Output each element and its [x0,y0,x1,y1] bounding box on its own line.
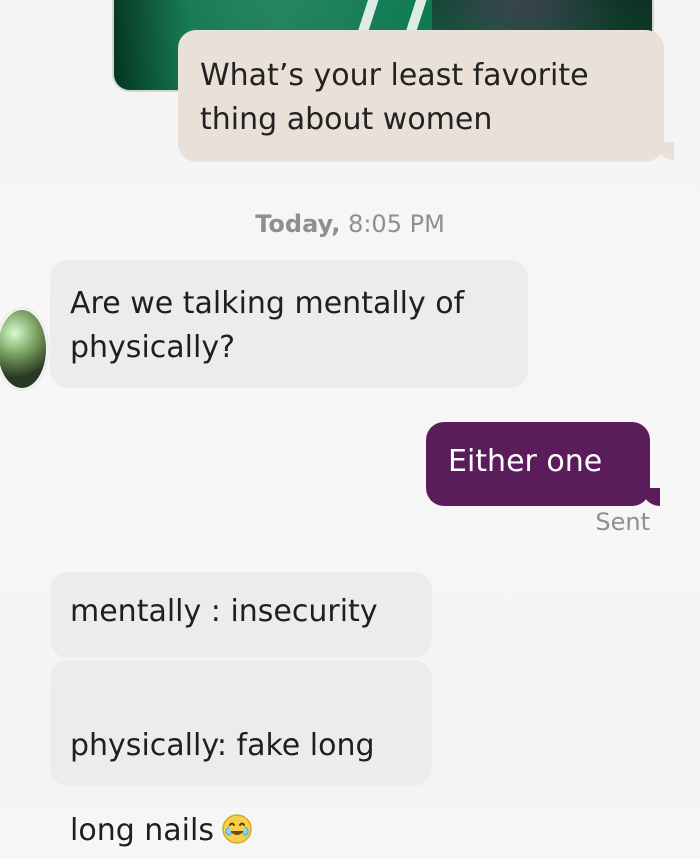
timestamp-day: Today, [255,210,341,238]
delivery-status: Sent [595,508,650,536]
tears-of-joy-emoji [220,768,254,844]
contact-avatar[interactable] [0,308,48,390]
timestamp-time: 8:05 PM [340,210,445,238]
chat-thread: What’s your least favorite thing about w… [0,0,700,848]
message-bubble-outgoing[interactable]: Either one [426,422,660,506]
message-bubble-incoming[interactable]: physically: fake long long nails [50,660,432,848]
message-bubble-incoming[interactable]: mentally : insecurity [50,572,432,658]
message-timestamp: Today, 8:05 PM [0,210,700,238]
message-bubble-incoming[interactable]: Are we talking mentally of physically? [50,260,528,388]
message-bubble-outgoing[interactable]: What’s your least favorite thing about w… [178,30,674,160]
